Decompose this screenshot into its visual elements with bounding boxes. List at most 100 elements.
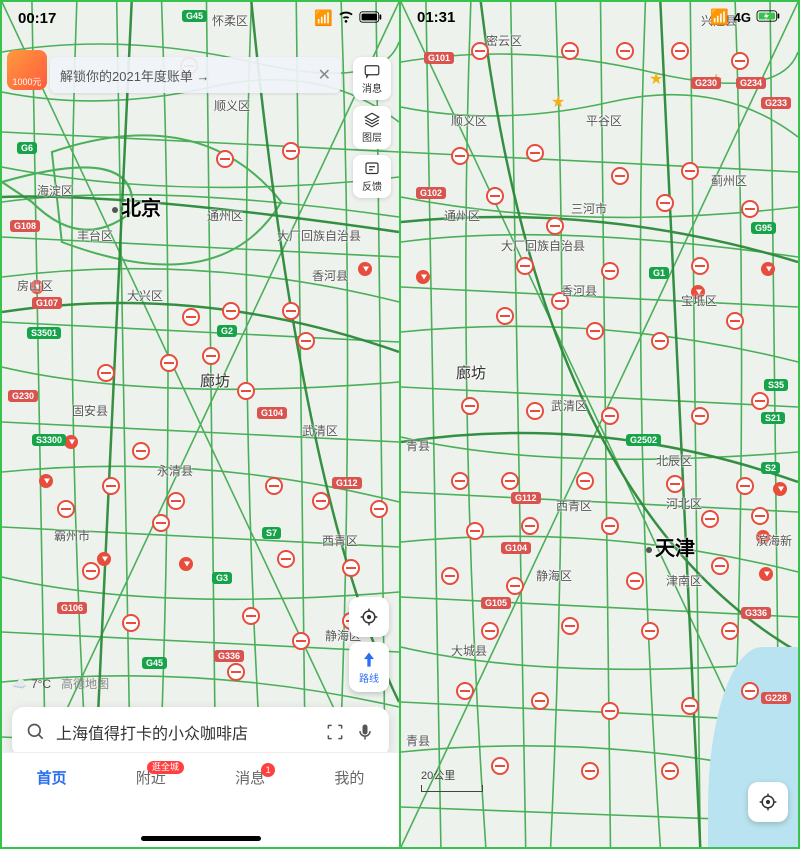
road-closed-icon[interactable] <box>561 617 579 635</box>
district-label[interactable]: 西青区 <box>556 497 592 514</box>
road-closed-icon[interactable] <box>616 42 634 60</box>
district-label[interactable]: 顺义区 <box>451 112 487 129</box>
road-closed-icon[interactable] <box>521 517 539 535</box>
poi-star[interactable]: ★ <box>551 92 565 112</box>
road-closed-icon[interactable] <box>561 42 579 60</box>
road-closed-icon[interactable] <box>441 567 459 585</box>
road-closed-icon[interactable] <box>751 507 769 525</box>
road-closed-icon[interactable] <box>152 514 170 532</box>
road-closed-icon[interactable] <box>691 257 709 275</box>
district-label[interactable]: 通州区 <box>207 207 243 224</box>
district-label[interactable]: 三河市 <box>571 200 607 217</box>
road-closed-icon[interactable] <box>546 217 564 235</box>
district-label[interactable]: 永清县 <box>157 462 193 479</box>
district-label[interactable]: 香河县 <box>561 282 597 299</box>
district-label[interactable]: 青县 <box>406 437 430 454</box>
road-closed-icon[interactable] <box>666 475 684 493</box>
road-closed-icon[interactable] <box>681 697 699 715</box>
road-closed-icon[interactable] <box>721 622 739 640</box>
road-closed-icon[interactable] <box>681 162 699 180</box>
road-closed-icon[interactable] <box>601 702 619 720</box>
road-closed-icon[interactable] <box>277 550 295 568</box>
district-label[interactable]: 静海区 <box>536 567 572 584</box>
locate-button-right[interactable] <box>748 782 788 822</box>
road-closed-icon[interactable] <box>526 144 544 162</box>
road-closed-icon[interactable] <box>182 308 200 326</box>
road-closed-icon[interactable] <box>451 472 469 490</box>
city-label-langfang-r[interactable]: 廊坊 <box>456 362 486 383</box>
alert-icon[interactable] <box>179 557 193 571</box>
road-closed-icon[interactable] <box>641 622 659 640</box>
district-label[interactable]: 青县 <box>406 732 430 749</box>
district-label[interactable]: 大厂回族自治县 <box>501 237 585 254</box>
alert-icon[interactable] <box>64 435 78 449</box>
road-closed-icon[interactable] <box>661 762 679 780</box>
district-label[interactable]: 河北区 <box>666 495 702 512</box>
road-closed-icon[interactable] <box>741 682 759 700</box>
road-closed-icon[interactable] <box>516 257 534 275</box>
road-closed-icon[interactable] <box>531 692 549 710</box>
road-closed-icon[interactable] <box>461 397 479 415</box>
alert-icon[interactable] <box>759 567 773 581</box>
road-closed-icon[interactable] <box>456 682 474 700</box>
alert-icon[interactable] <box>761 262 775 276</box>
road-closed-icon[interactable] <box>216 150 234 168</box>
road-closed-icon[interactable] <box>160 354 178 372</box>
district-label[interactable]: 大兴区 <box>127 287 163 304</box>
road-closed-icon[interactable] <box>82 562 100 580</box>
road-closed-icon[interactable] <box>711 557 729 575</box>
voice-icon[interactable] <box>355 722 375 742</box>
road-closed-icon[interactable] <box>297 332 315 350</box>
home-indicator[interactable] <box>141 836 261 841</box>
promo-icon[interactable]: 1000元 <box>7 50 47 90</box>
district-label[interactable]: 房山区 <box>17 277 53 294</box>
district-label[interactable]: 平谷区 <box>586 112 622 129</box>
promo-banner[interactable]: 解锁你的2021年度账单 → ✕ <box>50 57 341 93</box>
road-closed-icon[interactable] <box>726 312 744 330</box>
road-closed-icon[interactable] <box>731 52 749 70</box>
road-closed-icon[interactable] <box>227 663 245 681</box>
side-btn-layers[interactable]: 图层 <box>353 106 391 149</box>
road-closed-icon[interactable] <box>292 632 310 650</box>
road-closed-icon[interactable] <box>370 500 388 518</box>
road-closed-icon[interactable] <box>312 492 330 510</box>
road-closed-icon[interactable] <box>601 407 619 425</box>
road-closed-icon[interactable] <box>242 607 260 625</box>
city-label-beijing[interactable]: 北京 <box>112 192 161 221</box>
district-label[interactable]: 津南区 <box>666 572 702 589</box>
road-closed-icon[interactable] <box>586 322 604 340</box>
road-closed-icon[interactable] <box>122 614 140 632</box>
district-label[interactable]: 霸州市 <box>54 527 90 544</box>
road-closed-icon[interactable] <box>741 200 759 218</box>
district-label[interactable]: 武清区 <box>302 422 338 439</box>
city-label-tianjin[interactable]: 天津 <box>646 532 695 561</box>
road-closed-icon[interactable] <box>656 194 674 212</box>
road-closed-icon[interactable] <box>202 347 220 365</box>
road-closed-icon[interactable] <box>97 364 115 382</box>
district-label[interactable]: 顺义区 <box>214 97 250 114</box>
road-closed-icon[interactable] <box>486 187 504 205</box>
district-label[interactable]: 固安县 <box>72 402 108 419</box>
road-closed-icon[interactable] <box>601 517 619 535</box>
road-closed-icon[interactable] <box>237 382 255 400</box>
district-label[interactable]: 北辰区 <box>656 452 692 469</box>
road-closed-icon[interactable] <box>167 492 185 510</box>
road-closed-icon[interactable] <box>581 762 599 780</box>
alert-icon[interactable] <box>773 482 787 496</box>
alert-icon[interactable] <box>97 552 111 566</box>
road-closed-icon[interactable] <box>736 477 754 495</box>
road-closed-icon[interactable] <box>282 142 300 160</box>
tab-home[interactable]: 首页 <box>37 767 67 788</box>
road-closed-icon[interactable] <box>466 522 484 540</box>
district-label[interactable]: 大厂回族自治县 <box>277 227 361 244</box>
map-canvas-right[interactable]: 天津 廊坊 ★ ★ ★ 密云区兴隆县顺义区平谷区蓟州区通州区三河市大厂回族自治县… <box>401 2 798 847</box>
road-closed-icon[interactable] <box>701 510 719 528</box>
road-closed-icon[interactable] <box>751 392 769 410</box>
alert-icon[interactable] <box>416 270 430 284</box>
road-closed-icon[interactable] <box>671 42 689 60</box>
poi-star[interactable]: ★ <box>649 69 663 89</box>
district-label[interactable]: 滨海新 <box>756 532 792 549</box>
road-closed-icon[interactable] <box>611 167 629 185</box>
road-closed-icon[interactable] <box>576 472 594 490</box>
road-closed-icon[interactable] <box>496 307 514 325</box>
